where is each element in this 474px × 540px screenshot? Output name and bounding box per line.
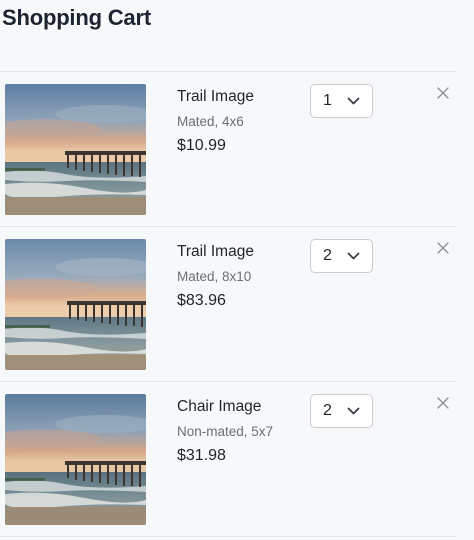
cart-item: Chair Image Non-mated, 5x7 $31.98 2	[0, 382, 474, 532]
quantity-select[interactable]: 2	[310, 394, 373, 428]
product-image[interactable]	[5, 394, 146, 525]
beach-pier-photo-icon	[5, 84, 146, 215]
close-icon	[437, 397, 449, 409]
cart-item: Trail Image Mated, 4x6 $10.99 1	[0, 72, 474, 222]
quantity-select[interactable]: 2	[310, 239, 373, 273]
divider	[0, 536, 456, 537]
cart-item: Trail Image Mated, 8x10 $83.96 2	[0, 227, 474, 377]
remove-item-button[interactable]	[437, 87, 449, 99]
product-name: Trail Image	[177, 88, 254, 105]
quantity-value: 2	[323, 402, 332, 419]
chevron-down-icon	[347, 97, 360, 105]
quantity-value: 1	[323, 92, 332, 109]
remove-item-button[interactable]	[437, 242, 449, 254]
shopping-cart-page: Shopping Cart Trail Image Mated, 4x6 $10…	[0, 0, 474, 540]
quantity-select[interactable]: 1	[310, 84, 373, 118]
product-name: Trail Image	[177, 243, 254, 260]
chevron-down-icon	[347, 407, 360, 415]
product-option: Mated, 8x10	[177, 269, 252, 284]
product-image[interactable]	[5, 84, 146, 215]
product-option: Non-mated, 5x7	[177, 424, 274, 439]
product-price: $31.98	[177, 447, 226, 464]
product-option: Mated, 4x6	[177, 114, 244, 129]
chevron-down-icon	[347, 252, 360, 260]
product-price: $10.99	[177, 137, 226, 154]
beach-pier-photo-icon	[5, 394, 146, 525]
close-icon	[437, 87, 449, 99]
close-icon	[437, 242, 449, 254]
quantity-value: 2	[323, 247, 332, 264]
product-name: Chair Image	[177, 398, 262, 415]
product-image[interactable]	[5, 239, 146, 370]
beach-pier-photo-icon	[5, 239, 146, 370]
product-price: $83.96	[177, 292, 226, 309]
remove-item-button[interactable]	[437, 397, 449, 409]
page-title: Shopping Cart	[2, 5, 151, 30]
